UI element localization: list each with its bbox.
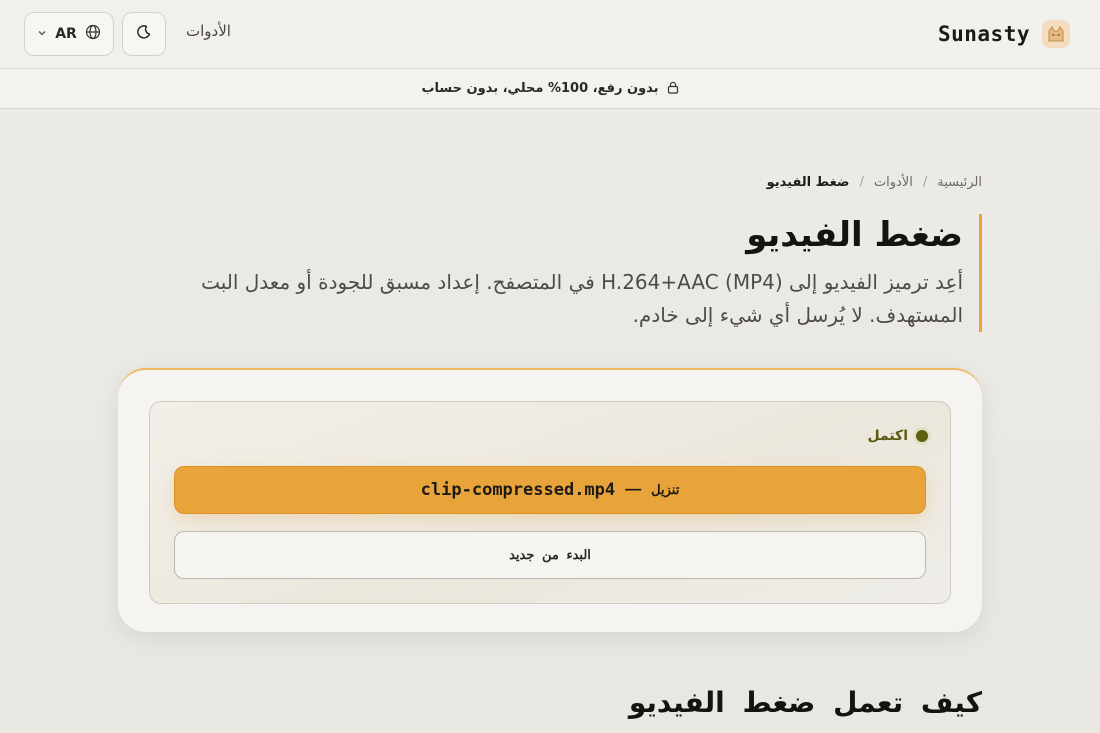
theme-toggle-button[interactable] — [122, 12, 166, 56]
download-separator: — — [625, 481, 642, 498]
nav-tools-link[interactable]: الأدوات — [186, 22, 231, 40]
breadcrumb: الرئيسية / الأدوات / ضغط الفيديو — [767, 175, 982, 190]
download-button[interactable]: تنزيل — clip-compressed.mp4 — [174, 466, 926, 514]
breadcrumb-home[interactable]: الرئيسية — [937, 175, 982, 190]
tool-card: اكتمل تنزيل — clip-compressed.mp4 البدء … — [118, 368, 982, 632]
page-header: ضغط الفيديو أعِد ترميز الفيديو إلى H.264… — [182, 214, 982, 332]
brand-name: Sunasty — [937, 22, 1030, 46]
restart-button[interactable]: البدء من جديد — [174, 531, 926, 579]
how-it-works-heading: كيف تعمل ضغط الفيديو — [628, 686, 982, 719]
privacy-text: بدون رفع، 100% محلي، بدون حساب — [421, 81, 659, 96]
status-dot-icon — [916, 430, 928, 442]
brand[interactable]: Sunasty — [938, 18, 1070, 50]
globe-icon — [85, 24, 101, 44]
status-badge: اكتمل — [867, 428, 928, 444]
page-title: ضغط الفيديو — [746, 215, 963, 255]
language-selector[interactable]: AR — [24, 12, 114, 56]
download-filename: clip-compressed.mp4 — [420, 480, 616, 500]
download-label: تنزيل — [651, 482, 680, 497]
status-text: اكتمل — [867, 428, 908, 444]
chevron-down-icon — [37, 28, 47, 41]
moon-icon — [136, 24, 152, 44]
result-panel: اكتمل تنزيل — clip-compressed.mp4 البدء … — [149, 401, 951, 604]
lock-icon — [667, 79, 679, 98]
breadcrumb-separator: / — [859, 175, 864, 190]
breadcrumb-separator: / — [922, 175, 928, 190]
cat-icon — [1042, 20, 1070, 48]
privacy-banner: بدون رفع، 100% محلي، بدون حساب — [0, 69, 1100, 109]
page-description: أعِد ترميز الفيديو إلى H.264+AAC (MP4) ف… — [201, 270, 963, 327]
top-navbar: Sunasty الأدوات AR — [0, 0, 1100, 69]
breadcrumb-tools[interactable]: الأدوات — [874, 175, 913, 190]
breadcrumb-current: ضغط الفيديو — [766, 175, 850, 190]
language-code: AR — [55, 26, 77, 42]
